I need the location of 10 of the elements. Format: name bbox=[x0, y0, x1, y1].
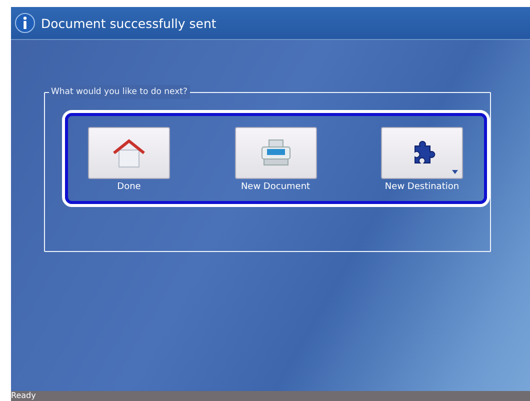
action-button[interactable] bbox=[88, 127, 170, 179]
action-button[interactable] bbox=[381, 127, 463, 179]
status-text: Ready bbox=[11, 391, 36, 401]
action-label: New Document bbox=[240, 182, 310, 192]
action-label: New Destination bbox=[384, 182, 460, 192]
action-label: Done bbox=[117, 182, 141, 192]
window-title: Document successfully sent bbox=[41, 16, 216, 30]
caret-icon bbox=[452, 170, 458, 174]
info-icon bbox=[15, 13, 35, 33]
group-legend: What would you like to do next? bbox=[49, 85, 190, 99]
